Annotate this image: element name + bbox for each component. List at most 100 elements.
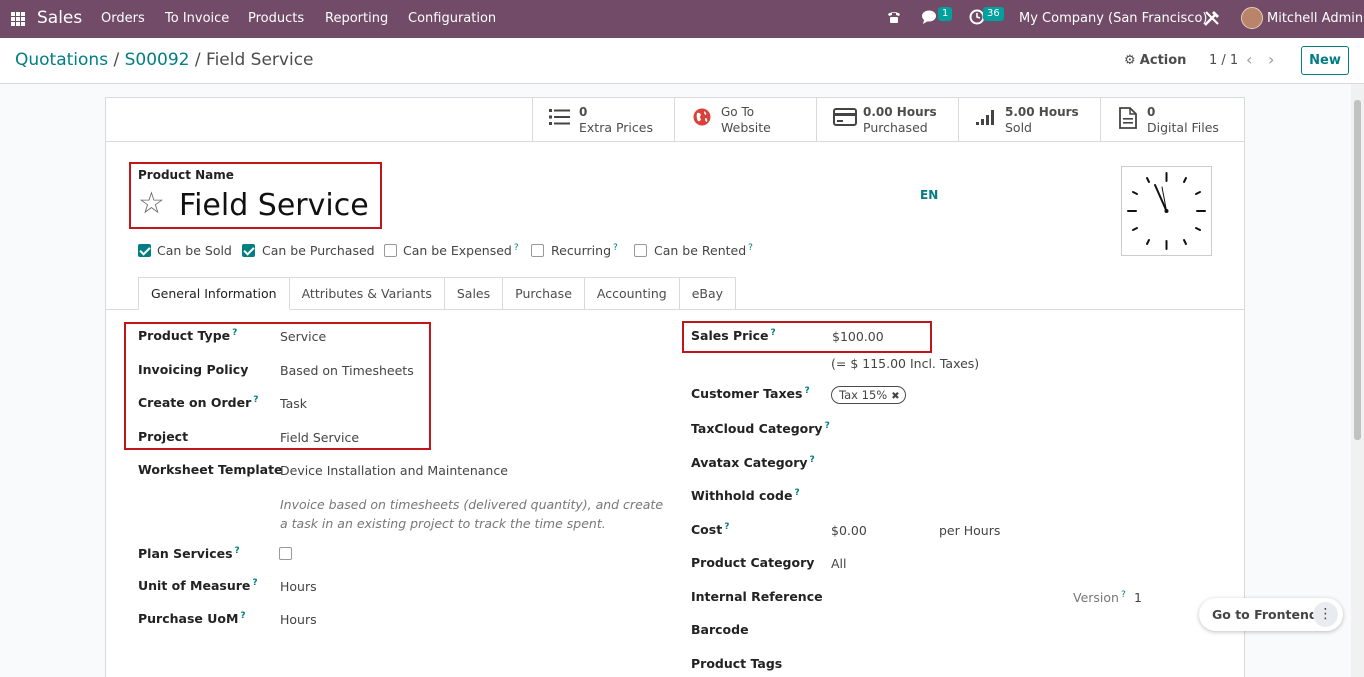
scrollbar-thumb[interactable] (1354, 100, 1361, 440)
can-be-expensed-label: Can be Expensed? (403, 243, 519, 258)
help-icon[interactable]: ? (771, 328, 776, 338)
create-on-order-field[interactable]: Task (280, 396, 307, 411)
tax-tag[interactable]: Tax 15% ✖ (831, 386, 906, 404)
sales-price-field[interactable]: $100.00 (832, 329, 884, 344)
digital-files-button[interactable]: 0 Digital Files (1100, 97, 1242, 142)
breadcrumb-separator: / (113, 50, 120, 70)
go-to-frontend-widget: Go to Frontend ⋮ (1199, 598, 1343, 631)
help-icon[interactable]: ? (794, 488, 799, 498)
help-icon[interactable]: ? (240, 611, 245, 621)
can-be-purchased-label: Can be Purchased (262, 243, 375, 258)
new-button[interactable]: New (1301, 46, 1349, 75)
tab-sales[interactable]: Sales (444, 277, 504, 310)
purchase-uom-label: Purchase UoM? (138, 611, 246, 626)
create-on-order-label: Create on Order? (138, 395, 259, 410)
help-icon[interactable]: ? (1121, 590, 1126, 600)
menu-to-invoice[interactable]: To Invoice (165, 11, 229, 26)
signal-icon (975, 107, 997, 129)
pager-next-icon[interactable]: › (1268, 50, 1274, 69)
help-icon[interactable]: ? (804, 386, 809, 396)
product-type-field[interactable]: Service (280, 329, 326, 344)
phone-icon[interactable] (886, 9, 902, 29)
purchase-uom-field[interactable]: Hours (280, 612, 317, 627)
plan-services-checkbox[interactable] (279, 547, 292, 560)
tab-accounting[interactable]: Accounting (584, 277, 680, 310)
help-icon[interactable]: ? (232, 328, 237, 338)
worksheet-template-label: Worksheet Template (138, 462, 283, 477)
menu-reporting[interactable]: Reporting (325, 11, 388, 26)
version-field[interactable]: 1 (1134, 590, 1142, 605)
app-name[interactable]: Sales (37, 8, 82, 28)
breadcrumb-current: Field Service (206, 50, 314, 70)
invoicing-policy-field[interactable]: Based on Timesheets (280, 363, 414, 378)
tab-purchase[interactable]: Purchase (503, 277, 585, 310)
help-icon[interactable]: ? (253, 395, 258, 405)
help-icon[interactable]: ? (252, 578, 257, 588)
language-button[interactable]: EN (920, 188, 938, 202)
can-be-sold-checkbox[interactable] (138, 244, 151, 257)
can-be-sold-label: Can be Sold (157, 243, 232, 258)
product-category-label: Product Category (691, 555, 815, 570)
extra-prices-button[interactable]: 0 Extra Prices (532, 97, 674, 142)
menu-orders[interactable]: Orders (101, 11, 145, 26)
help-icon[interactable]: ? (810, 455, 815, 465)
product-name-input[interactable]: Field Service (179, 188, 369, 223)
credit-card-icon (833, 107, 857, 129)
pager-previous-icon[interactable]: ‹ (1246, 50, 1252, 69)
user-avatar[interactable] (1241, 7, 1263, 29)
breadcrumb-quotations[interactable]: Quotations (15, 50, 108, 70)
remove-tag-icon[interactable]: ✖ (891, 391, 899, 402)
product-type-label: Product Type? (138, 328, 238, 343)
list-icon (549, 107, 571, 129)
product-category-field[interactable]: All (831, 556, 847, 571)
worksheet-template-field[interactable]: Device Installation and Maintenance (280, 463, 508, 478)
help-icon[interactable]: ? (235, 546, 240, 556)
tab-ebay[interactable]: eBay (679, 277, 737, 310)
more-options-icon[interactable]: ⋮ (1313, 602, 1338, 627)
project-field[interactable]: Field Service (280, 430, 359, 445)
can-be-expensed-checkbox[interactable] (384, 244, 397, 257)
can-be-purchased-checkbox[interactable] (242, 244, 255, 257)
product-name-label: Product Name (138, 168, 234, 182)
purchased-hours-button[interactable]: 0.00 Hours Purchased (816, 97, 958, 142)
help-icon[interactable]: ? (613, 243, 618, 253)
file-icon (1117, 107, 1139, 129)
favorite-star-icon[interactable]: ☆ (138, 189, 165, 219)
go-to-frontend-button[interactable]: Go to Frontend (1212, 607, 1318, 622)
product-image[interactable] (1121, 166, 1212, 256)
menu-products[interactable]: Products (248, 11, 304, 26)
can-be-rented-label: Can be Rented? (654, 243, 753, 258)
unit-of-measure-label: Unit of Measure? (138, 578, 258, 593)
debug-tools-icon[interactable] (1203, 9, 1221, 31)
invoicing-policy-label: Invoicing Policy (138, 362, 249, 377)
help-icon[interactable]: ? (825, 421, 830, 431)
recurring-checkbox[interactable] (531, 244, 544, 257)
action-menu-button[interactable]: ⚙ Action (1124, 53, 1186, 68)
breadcrumb-separator: / (194, 50, 201, 70)
clock-image-icon (1127, 172, 1206, 250)
taxcloud-category-label: TaxCloud Category? (691, 421, 830, 436)
tab-attributes-variants[interactable]: Attributes & Variants (289, 277, 445, 310)
product-tags-label: Product Tags (691, 656, 783, 671)
unit-of-measure-field[interactable]: Hours (280, 579, 317, 594)
chat-icon[interactable] (921, 9, 939, 29)
can-be-rented-checkbox[interactable] (634, 244, 647, 257)
breadcrumb-order[interactable]: S00092 (125, 50, 190, 70)
pager-value[interactable]: 1 / 1 (1209, 53, 1238, 68)
version-label: Version? (1073, 590, 1126, 605)
company-switcher[interactable]: My Company (San Francisco) (1019, 11, 1207, 26)
avatax-category-label: Avatax Category? (691, 455, 815, 470)
help-icon[interactable]: ? (724, 522, 729, 532)
tab-general-information[interactable]: General Information (138, 277, 290, 310)
cost-field[interactable]: $0.00 (831, 523, 867, 538)
sold-hours-button[interactable]: 5.00 Hours Sold (958, 97, 1100, 142)
customer-taxes-label: Customer Taxes? (691, 386, 810, 401)
help-icon[interactable]: ? (514, 243, 519, 253)
recurring-label: Recurring? (551, 243, 618, 258)
apps-menu-icon[interactable] (11, 12, 25, 26)
menu-configuration[interactable]: Configuration (408, 11, 496, 26)
go-to-website-button[interactable]: Go To Website (674, 97, 816, 142)
top-navbar: Sales Orders To Invoice Products Reporti… (0, 0, 1364, 38)
user-menu[interactable]: Mitchell Admin (1267, 11, 1363, 26)
help-icon[interactable]: ? (748, 243, 753, 253)
